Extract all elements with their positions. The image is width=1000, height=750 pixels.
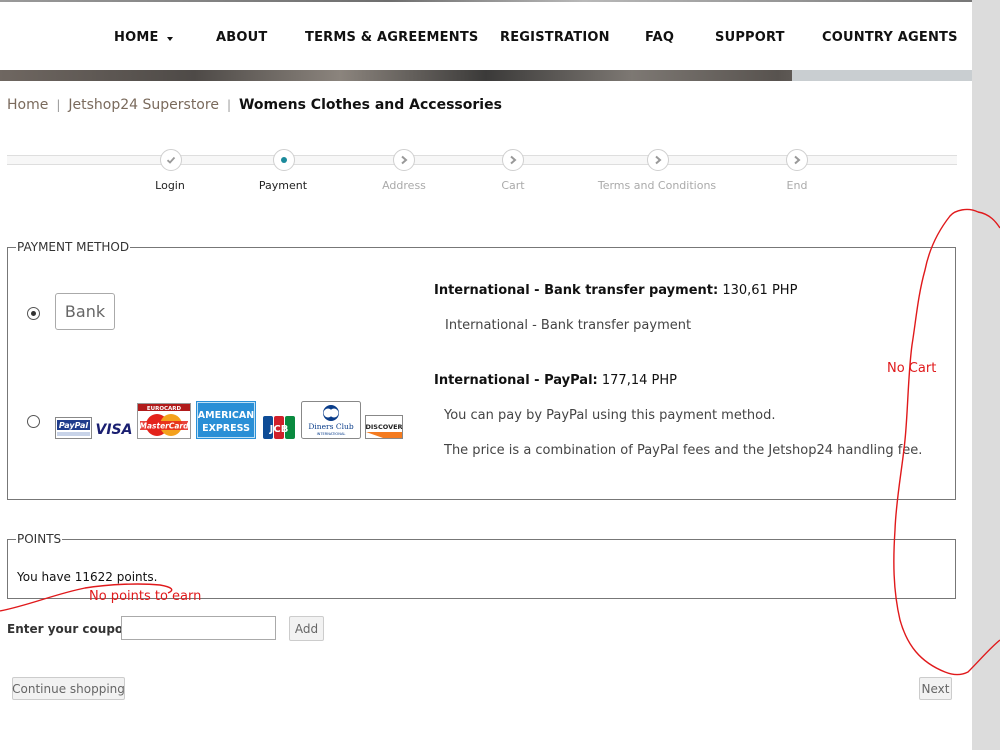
step-address-circle	[393, 149, 415, 171]
paypal-logo: PayPal	[55, 417, 92, 439]
svg-text:Diners Club: Diners Club	[308, 422, 353, 431]
payment-method-legend: PAYMENT METHOD	[16, 240, 131, 254]
chevron-down-icon[interactable]	[167, 37, 173, 41]
step-terms-label: Terms and Conditions	[597, 179, 717, 192]
annotation-no-points: No points to earn	[89, 589, 202, 604]
paypal-payment-description-1: You can pay by PayPal using this payment…	[444, 408, 776, 423]
current-dot-icon	[281, 157, 287, 163]
payment-paypal-radio[interactable]	[27, 415, 40, 428]
mastercard-logo: EUROCARD MasterCard	[137, 403, 191, 439]
diners-club-logo: Diners Club INTERNATIONAL	[301, 401, 361, 439]
chevron-right-icon	[655, 155, 662, 165]
payment-bank-radio[interactable]	[27, 307, 40, 320]
svg-text:EXPRESS: EXPRESS	[202, 423, 250, 434]
step-payment-circle	[273, 149, 295, 171]
paypal-payment-title: International - PayPal: 177,14 PHP	[434, 373, 677, 388]
svg-text:VISA: VISA	[96, 422, 133, 438]
breadcrumb-separator: |	[226, 98, 231, 112]
nav-support[interactable]: SUPPORT	[715, 30, 785, 45]
annotation-no-cart: No Cart	[887, 361, 937, 376]
amex-logo: AMERICAN EXPRESS	[196, 401, 256, 439]
nav-registration[interactable]: REGISTRATION	[500, 30, 610, 45]
bank-payment-description: International - Bank transfer payment	[445, 318, 692, 333]
coupon-input[interactable]	[121, 616, 276, 640]
next-button[interactable]: Next	[919, 677, 952, 700]
nav-home[interactable]: HOME	[114, 30, 159, 45]
banner-image-strip	[0, 70, 972, 81]
step-cart-circle	[502, 149, 524, 171]
svg-text:EUROCARD: EUROCARD	[147, 406, 182, 412]
step-payment-label: Payment	[258, 179, 308, 192]
breadcrumb-store[interactable]: Jetshop24 Superstore	[68, 97, 219, 113]
breadcrumb-home[interactable]: Home	[7, 97, 48, 113]
chevron-right-icon	[794, 155, 801, 165]
svg-text:MasterCard: MasterCard	[140, 422, 190, 431]
paypal-payment-description-2: The price is a combination of PayPal fee…	[444, 443, 923, 458]
continue-shopping-button[interactable]: Continue shopping	[12, 677, 125, 700]
svg-text:AMERICAN: AMERICAN	[198, 410, 254, 421]
breadcrumb-current: Womens Clothes and Accessories	[238, 97, 502, 113]
step-login-label: Login	[155, 179, 185, 192]
svg-text:INTERNATIONAL: INTERNATIONAL	[317, 432, 346, 436]
breadcrumb: Home | Jetshop24 Superstore | Womens Clothes…	[7, 97, 502, 113]
coupon-label: Enter your coupon	[7, 622, 132, 636]
discover-logo: DISCOVER	[365, 415, 403, 439]
nav-country-agents[interactable]: COUNTRY AGENTS	[822, 30, 958, 45]
step-end-label: End	[786, 179, 808, 192]
step-cart-label: Cart	[501, 179, 525, 192]
bank-logo: Bank	[55, 293, 115, 330]
step-terms-circle	[647, 149, 669, 171]
main-nav: HOME ABOUT TERMS & AGREEMENTS REGISTRATI…	[0, 2, 972, 70]
svg-text:JCB: JCB	[269, 424, 289, 435]
checkmark-icon	[166, 156, 176, 164]
chevron-right-icon	[510, 155, 517, 165]
bank-payment-title: International - Bank transfer payment: 1…	[434, 283, 798, 298]
nav-terms[interactable]: TERMS & AGREEMENTS	[305, 30, 478, 45]
nav-faq[interactable]: FAQ	[645, 30, 674, 45]
chevron-right-icon	[401, 155, 408, 165]
step-login-circle	[160, 149, 182, 171]
breadcrumb-separator: |	[56, 98, 61, 112]
steps-track	[7, 155, 957, 165]
jcb-logo: JCB	[263, 416, 295, 439]
svg-text:DISCOVER: DISCOVER	[365, 423, 402, 431]
svg-text:PayPal: PayPal	[59, 421, 88, 430]
step-address-label: Address	[382, 179, 426, 192]
points-legend: POINTS	[16, 532, 63, 546]
add-coupon-button[interactable]: Add	[289, 616, 324, 641]
scrollbar-gutter[interactable]	[972, 0, 1000, 750]
points-balance: You have 11622 points.	[17, 570, 158, 584]
visa-logo: VISA	[95, 417, 133, 439]
nav-about[interactable]: ABOUT	[216, 30, 267, 45]
step-end-circle	[786, 149, 808, 171]
